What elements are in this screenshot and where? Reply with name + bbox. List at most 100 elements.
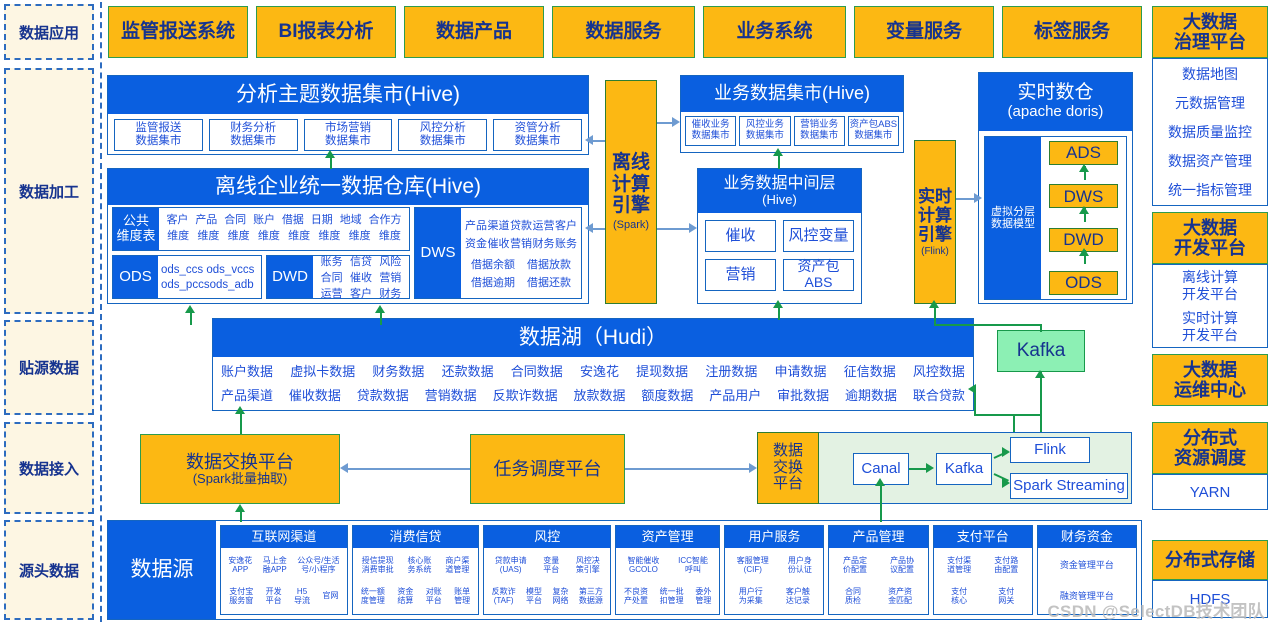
offline-engine-sub: (Spark) — [612, 219, 650, 232]
connector-kafka-horizontal — [934, 324, 1041, 326]
dim-sub: 维度 — [318, 230, 341, 242]
dim-sub: 维度 — [227, 230, 250, 242]
app-tag-service[interactable]: 标签服务 — [1002, 6, 1142, 58]
ops-title-line2: 运维中心 — [1174, 380, 1246, 400]
business-mid-title: 业务数据中间层 (Hive) — [698, 169, 861, 213]
src-item-l2: 议配置 — [890, 564, 915, 574]
flink-box[interactable]: Flink — [1010, 437, 1090, 463]
business-mid-item-abs[interactable]: 资产包 ABS — [783, 259, 854, 291]
mart-item[interactable]: 监管报送 数据集市 — [114, 119, 203, 151]
src-item-l1: 支付 — [951, 586, 968, 596]
app-data-product[interactable]: 数据产品 — [404, 6, 544, 58]
canal-to-kafka-arrow — [926, 463, 934, 473]
distributed-storage-title[interactable]: 分布式存储 — [1152, 540, 1268, 580]
arrow-offline-to-business-mid — [689, 223, 697, 233]
dwd-row: 账务 信贷 风险 — [317, 253, 405, 269]
src-item-l2: 管理 — [454, 595, 471, 605]
lane-label-source-aligned-data: 贴源数据 — [4, 320, 94, 415]
app-data-service[interactable]: 数据服务 — [552, 6, 695, 58]
dwd-item: 合同 — [320, 272, 343, 284]
data-lake-title: 数据湖（Hudi） — [213, 319, 973, 357]
connector-kafka-down — [1040, 324, 1042, 332]
doris-layer-ads[interactable]: ADS — [1049, 141, 1118, 165]
lake-item: 财务数据 — [372, 364, 425, 379]
governance-title-line2: 治理平台 — [1174, 32, 1246, 52]
src-item-l1: 官网 — [322, 591, 339, 601]
src-item-l1: 支付渠 — [947, 555, 972, 565]
spark-streaming-box[interactable]: Spark Streaming — [1010, 473, 1128, 499]
dws-item: 运营 — [532, 219, 555, 232]
kafka-box[interactable]: Kafka — [997, 330, 1085, 372]
lane-label-data-processing: 数据加工 — [4, 68, 94, 314]
doris-layer-ods[interactable]: ODS — [1049, 270, 1118, 295]
task-scheduler-platform[interactable]: 任务调度平台 — [470, 434, 625, 504]
src-item-l1: 统一批 — [659, 586, 684, 596]
exchange-rt-line1: 数据 — [772, 441, 803, 459]
mart-item[interactable]: 风控分析 数据集市 — [398, 119, 488, 151]
business-mart-item[interactable]: 风控业务 数据集市 — [739, 116, 791, 146]
mart-item[interactable]: 资管分析 数据集市 — [493, 119, 582, 151]
src-item-l2: 融APP — [262, 564, 287, 574]
architecture-diagram: 数据应用 数据加工 贴源数据 数据接入 源头数据 监管报送系统 BI报表分析 数… — [0, 0, 1271, 624]
dws-item: 催收 — [487, 237, 510, 250]
kafka-stream-box[interactable]: Kafka — [936, 453, 992, 485]
source-row1: 客服管理 (CIF) 用户身 份认证 — [727, 550, 822, 581]
bigdata-dev-title[interactable]: 大数据 开发平台 — [1152, 212, 1268, 264]
governance-item-metric[interactable]: 统一指标管理 — [1168, 180, 1252, 200]
mart-item[interactable]: 市场营销 数据集市 — [303, 119, 393, 151]
src-item-l1: ICC智能 — [678, 555, 708, 565]
dws-item: 渠道 — [487, 219, 510, 232]
governance-item-quality[interactable]: 数据质量监控 — [1168, 122, 1252, 142]
doris-arrow-head — [1078, 164, 1089, 172]
dws-item: 借据余额 — [471, 258, 515, 271]
realtime-exchange-platform[interactable]: 数据 交换 平台 — [757, 432, 819, 504]
governance-item-asset[interactable]: 数据资产管理 — [1168, 151, 1252, 171]
app-regulatory-reporting[interactable]: 监管报送系统 — [108, 6, 248, 58]
dwd-row: 运营 客户 财务 — [317, 285, 405, 301]
distributed-resource-scheduling-title[interactable]: 分布式 资源调度 — [1152, 422, 1268, 474]
business-mid-item-marketing[interactable]: 营销 — [705, 259, 776, 291]
app-variable-service[interactable]: 变量服务 — [854, 6, 994, 58]
source-group: 资产管理 智能催收 GCOLO ICC智能 呼叫 不良资 产处置 统一批 扣管理 委外管… — [615, 525, 721, 615]
governance-item-metadata[interactable]: 元数据管理 — [1175, 93, 1245, 113]
business-mart-item[interactable]: 营销业务 数据集市 — [793, 116, 845, 146]
connector-mid-to-mart — [778, 154, 780, 169]
dwd-row: 合同 催收 营销 — [317, 269, 405, 285]
source-row1: 贷款申请 (UAS) 变量 平台 风控决 策引擎 — [486, 550, 609, 581]
realtime-engine-line3: 引擎 — [918, 224, 952, 244]
source-row2: 支付 核心 支付 网关 — [935, 581, 1030, 612]
business-mid-item-risk-variable[interactable]: 风控变量 — [783, 220, 854, 252]
dev-item-realtime[interactable]: 实时计算 开发平台 — [1182, 310, 1238, 342]
realtime-compute-engine[interactable]: 实时 计算 引擎 (Flink) — [914, 140, 956, 304]
app-bi-reporting[interactable]: BI报表分析 — [256, 6, 396, 58]
business-mart-item[interactable]: 催收业务 数据集市 — [685, 116, 737, 146]
bigdata-ops-center[interactable]: 大数据 运维中心 — [1152, 354, 1268, 406]
src-item-l1: 支付 — [998, 586, 1015, 596]
source-group-title: 资产管理 — [616, 526, 720, 548]
lake-item: 逾期数据 — [845, 388, 898, 403]
offline-compute-engine[interactable]: 离线 计算 引擎 (Spark) — [605, 80, 657, 304]
lake-item: 联合贷款 — [912, 388, 965, 403]
abs-line2: ABS — [804, 274, 833, 290]
business-mart-item[interactable]: 资产包ABS 数据集市 — [847, 116, 899, 146]
lake-item: 还款数据 — [441, 364, 494, 379]
data-exchange-platform[interactable]: 数据交换平台 (Spark批量抽取) — [140, 434, 340, 504]
business-mid-item-collection[interactable]: 催收 — [705, 220, 776, 252]
dev-item-offline[interactable]: 离线计算 开发平台 — [1182, 269, 1238, 301]
yarn-item[interactable]: YARN — [1152, 474, 1268, 510]
bigdata-governance-title[interactable]: 大数据 治理平台 — [1152, 6, 1268, 58]
dim-sub: 维度 — [348, 230, 371, 242]
connector-stream-to-kafka — [1040, 372, 1042, 414]
mart-item-line2: 数据集市 — [230, 135, 277, 147]
src-item-l1: 变量 — [543, 555, 560, 565]
app-business-system[interactable]: 业务系统 — [703, 6, 846, 58]
governance-item-data-map[interactable]: 数据地图 — [1182, 64, 1238, 84]
mart-item[interactable]: 财务分析 数据集市 — [208, 119, 298, 151]
src-item-l1: 资产资 — [888, 586, 913, 596]
src-item-l1: 开发 — [265, 586, 282, 596]
dws-item: 账务 — [555, 237, 577, 250]
dws-label: DWS — [415, 208, 461, 298]
source-row1: 资金管理平台 — [1039, 550, 1135, 581]
dim-item: 借据 — [281, 214, 304, 226]
doris-layer-dws[interactable]: DWS — [1049, 184, 1118, 209]
